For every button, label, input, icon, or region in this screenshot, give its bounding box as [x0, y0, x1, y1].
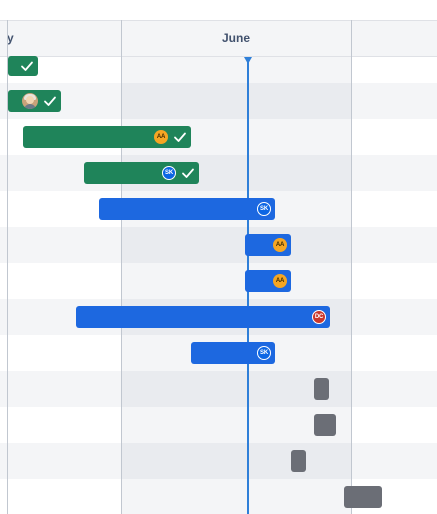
month-divider [121, 20, 122, 514]
epic-bar-todo[interactable] [314, 414, 336, 436]
avatar: SK [257, 202, 271, 216]
epic-bar-done[interactable]: AA [23, 126, 191, 148]
avatar: DC [312, 310, 326, 324]
check-icon [21, 61, 33, 71]
check-icon [182, 168, 194, 178]
timeline-header: y June [0, 20, 437, 57]
user-photo-avatar [22, 93, 38, 109]
epic-bar-in-progress[interactable]: DC [76, 306, 330, 328]
avatar: AA [273, 274, 287, 288]
epic-bar-done[interactable]: SK [84, 162, 199, 184]
avatar: AA [273, 238, 287, 252]
month-label-june: June [222, 31, 251, 45]
avatar: AA [154, 130, 168, 144]
epic-bar-todo[interactable] [344, 486, 382, 508]
epic-bar-in-progress[interactable]: AA [245, 270, 291, 292]
month-label-may: y [7, 31, 14, 45]
today-marker-icon [244, 57, 252, 64]
epic-bar-in-progress[interactable]: AA [245, 234, 291, 256]
avatar: SK [162, 166, 176, 180]
roadmap-timeline: y June AA SK SK AA AA DC SK [0, 0, 437, 514]
epic-bar-done[interactable] [8, 56, 38, 76]
epic-bar-done[interactable] [8, 90, 61, 112]
check-icon [174, 132, 186, 142]
month-divider [351, 20, 352, 514]
check-icon [44, 96, 56, 106]
avatar: SK [257, 346, 271, 360]
epic-bar-in-progress[interactable]: SK [99, 198, 275, 220]
epic-bar-todo[interactable] [314, 378, 329, 400]
epic-bar-todo[interactable] [291, 450, 306, 472]
epic-bar-in-progress[interactable]: SK [191, 342, 275, 364]
